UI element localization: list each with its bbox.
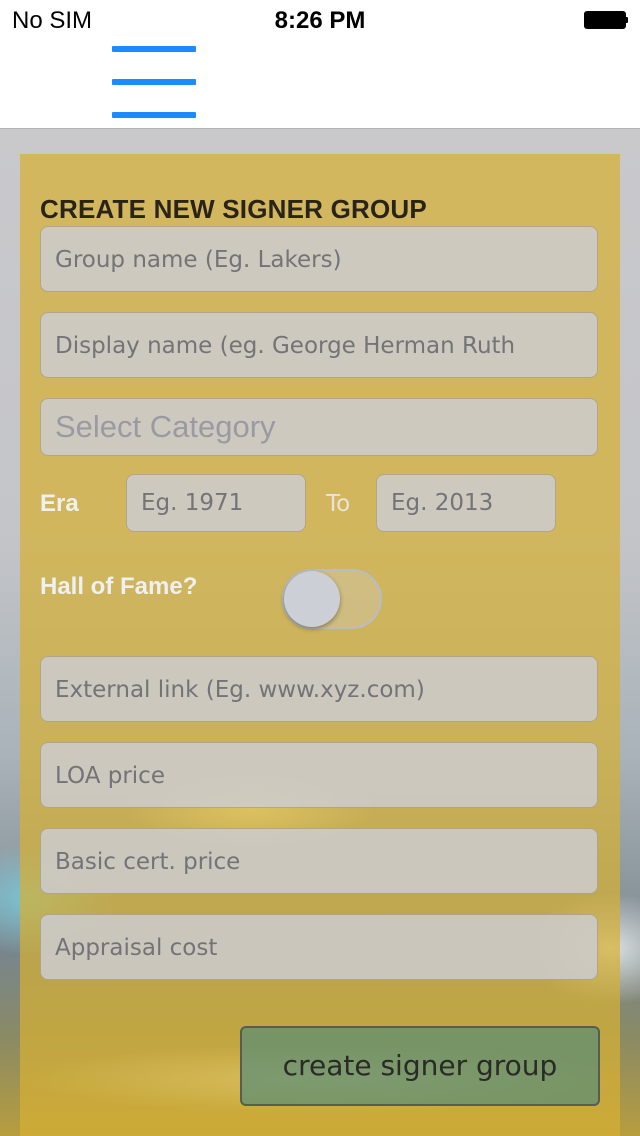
hall-of-fame-toggle[interactable] <box>282 569 382 629</box>
group-name-field[interactable]: Group name (Eg. Lakers) <box>40 226 598 292</box>
toggle-knob <box>284 571 340 627</box>
era-from-field[interactable]: Eg. 1971 <box>126 474 306 532</box>
display-name-field[interactable]: Display name (eg. George Herman Ruth <box>40 312 598 378</box>
status-bar: No SIM 8:26 PM <box>0 0 640 40</box>
create-signer-group-form: CREATE NEW SIGNER GROUP Group name (Eg. … <box>20 154 620 1136</box>
status-time: 8:26 PM <box>274 7 366 34</box>
battery-icon <box>584 11 628 29</box>
select-category-dropdown[interactable]: Select Category <box>40 398 598 456</box>
create-signer-group-button[interactable]: create signer group <box>240 1026 600 1106</box>
external-link-field[interactable]: External link (Eg. www.xyz.com) <box>40 656 598 722</box>
hamburger-menu-icon[interactable] <box>108 42 200 122</box>
navigation-bar <box>0 40 640 129</box>
hall-of-fame-label: Hall of Fame? <box>40 573 198 600</box>
loa-price-field[interactable]: LOA price <box>40 742 598 808</box>
era-label: Era <box>40 490 79 517</box>
stadium-background: CREATE NEW SIGNER GROUP Group name (Eg. … <box>0 129 640 1136</box>
era-to-field[interactable]: Eg. 2013 <box>376 474 556 532</box>
appraisal-cost-field[interactable]: Appraisal cost <box>40 914 598 980</box>
era-to-label: To <box>326 491 351 517</box>
form-title: CREATE NEW SIGNER GROUP <box>40 194 427 224</box>
basic-cert-price-field[interactable]: Basic cert. price <box>40 828 598 894</box>
